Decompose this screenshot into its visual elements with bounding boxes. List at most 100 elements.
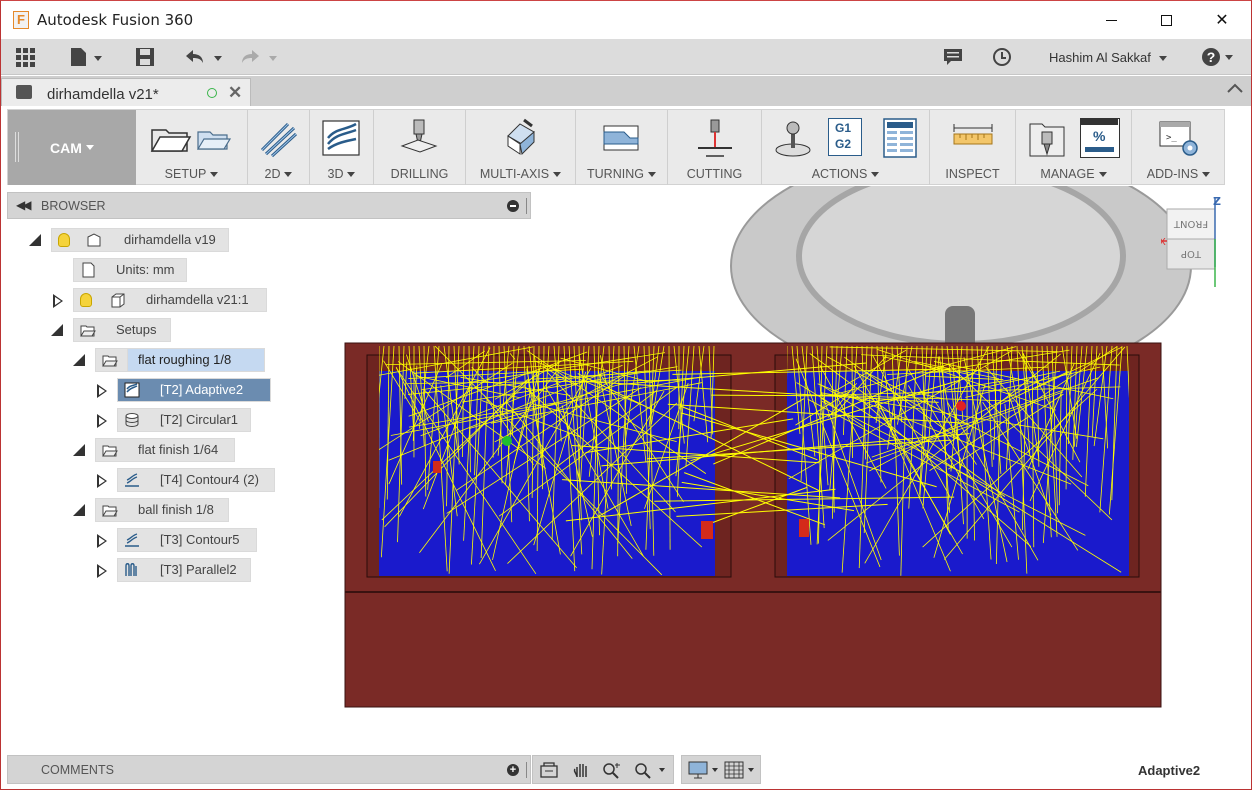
setup-icon: [102, 355, 118, 367]
tree-item[interactable]: Setups: [73, 318, 171, 342]
inspect-group[interactable]: INSPECT: [930, 110, 1016, 185]
display-settings-icon[interactable]: [688, 761, 722, 784]
expand-triangle-icon[interactable]: [51, 324, 63, 336]
cutting-group[interactable]: CUTTING: [668, 110, 762, 185]
expand-triangle-icon[interactable]: [97, 384, 107, 398]
expand-triangle-icon[interactable]: [97, 534, 107, 548]
svg-text:FRONT: FRONT: [1173, 218, 1208, 229]
document-tab-bar: dirhamdella v21* ✕: [1, 76, 1251, 106]
circular-op-icon: [125, 413, 139, 428]
tree-item-highlighted[interactable]: flat roughing 1/8: [127, 348, 265, 372]
fusion-logo-icon: F: [13, 11, 29, 29]
expand-triangle-icon[interactable]: [97, 474, 107, 488]
svg-text:X: X: [1161, 237, 1166, 248]
tree-item[interactable]: dirhamdella v21:1: [73, 288, 267, 312]
measure-ruler-icon: [953, 124, 993, 145]
comments-chat-icon[interactable]: [943, 47, 963, 67]
tree-item[interactable]: dirhamdella v19: [51, 228, 229, 252]
3d-menu-label: 3D: [310, 167, 373, 181]
expand-triangle-icon[interactable]: [73, 444, 85, 456]
zoom-icon[interactable]: [601, 761, 623, 784]
file-menu-icon[interactable]: [69, 47, 105, 67]
manage-menu-label: MANAGE: [1016, 167, 1131, 181]
svg-text:Z: Z: [1213, 197, 1221, 208]
actions-group[interactable]: G1 G2 ACTIONS: [762, 110, 930, 185]
panel-splitter[interactable]: [526, 198, 527, 214]
panel-splitter[interactable]: [526, 762, 527, 778]
minimize-button[interactable]: [1083, 1, 1139, 39]
chevron-down-icon: [85, 145, 94, 150]
multi-axis-group[interactable]: MULTI-AXIS: [466, 110, 576, 185]
actions-menu-label: ACTIONS: [762, 167, 929, 181]
simulate-joystick-icon: [775, 121, 811, 157]
expand-triangle-icon[interactable]: [73, 504, 85, 516]
add-comment-icon[interactable]: +: [507, 764, 519, 776]
2d-toolpath-icon: [260, 122, 298, 158]
expand-triangle-icon[interactable]: [97, 414, 107, 428]
document-tab-title: dirhamdella v21*: [47, 86, 159, 103]
undo-icon[interactable]: [184, 47, 224, 67]
tree-item-selected[interactable]: [T2] Adaptive2: [117, 378, 271, 402]
document-cube-icon: [16, 85, 32, 99]
orbit-icon[interactable]: [539, 761, 561, 784]
manage-group[interactable]: % MANAGE: [1016, 110, 1132, 185]
collapse-browser-icon[interactable]: ◀◀: [16, 198, 32, 212]
svg-text:TOP: TOP: [1181, 248, 1202, 259]
visibility-bulb-icon[interactable]: [80, 293, 92, 307]
setup-sheet-icon: [883, 118, 917, 158]
setup-group[interactable]: SETUP: [136, 110, 248, 185]
document-settings-icon: [82, 262, 95, 278]
browser-panel-header[interactable]: ◀◀ BROWSER: [7, 192, 531, 219]
tree-item[interactable]: [T4] Contour4 (2): [117, 468, 275, 492]
job-status-clock-icon[interactable]: [992, 47, 1012, 67]
close-window-button[interactable]: ✕: [1194, 1, 1250, 39]
drilling-group[interactable]: DRILLING: [374, 110, 466, 185]
browser-title: BROWSER: [41, 199, 106, 213]
tree-item[interactable]: [T3] Contour5: [117, 528, 257, 552]
multi-axis-menu-label: MULTI-AXIS: [466, 167, 575, 181]
viewcube[interactable]: FRONT TOP Z X: [1159, 195, 1231, 289]
tool-library-icon: [1029, 123, 1065, 157]
expand-triangle-icon[interactable]: [73, 354, 85, 366]
help-icon[interactable]: ?: [1201, 47, 1237, 67]
user-name: Hashim Al Sakkaf: [1049, 50, 1151, 65]
zoom-window-icon[interactable]: [633, 761, 669, 784]
tree-item[interactable]: Units: mm: [73, 258, 187, 282]
pan-hand-icon[interactable]: [571, 761, 593, 784]
save-icon[interactable]: [135, 47, 155, 67]
component-icon: [87, 233, 101, 247]
contour-op-icon: [125, 473, 139, 487]
adaptive-clearing-icon: [124, 382, 140, 398]
visibility-bulb-icon[interactable]: [58, 233, 70, 247]
add-ins-group[interactable]: >_ ADD-INS: [1132, 110, 1225, 185]
drilling-label: DRILLING: [390, 167, 449, 181]
setup-icon: [102, 445, 118, 457]
expand-triangle-icon[interactable]: [29, 234, 41, 246]
cutting-icon: [698, 119, 732, 157]
setup-icon: [102, 505, 118, 517]
post-process-g1g2-icon: G1 G2: [828, 118, 862, 156]
grid-snaps-icon[interactable]: [724, 761, 758, 784]
collapse-ribbon-icon[interactable]: [1227, 81, 1243, 97]
expand-triangle-icon[interactable]: [53, 294, 63, 308]
tree-item[interactable]: [T3] Parallel2: [117, 558, 251, 582]
redo-icon[interactable]: [239, 47, 279, 67]
turning-group[interactable]: TURNING: [576, 110, 668, 185]
3d-group[interactable]: 3D: [310, 110, 374, 185]
add-ins-menu-label: ADD-INS: [1132, 167, 1225, 181]
2d-group[interactable]: 2D: [248, 110, 310, 185]
comments-panel-header[interactable]: COMMENTS +: [7, 755, 531, 784]
cam-ribbon: CAM SETUP 2D 3D DRILLING MULTI-AXIS TURN…: [7, 109, 1225, 185]
expand-triangle-icon[interactable]: [97, 564, 107, 578]
tree-item[interactable]: flat finish 1/64: [95, 438, 235, 462]
close-tab-icon[interactable]: ✕: [228, 83, 242, 103]
document-tab[interactable]: dirhamdella v21* ✕: [1, 78, 251, 106]
data-panel-grid-icon[interactable]: [15, 47, 37, 67]
maximize-button[interactable]: [1138, 1, 1194, 39]
tree-item[interactable]: [T2] Circular1: [117, 408, 251, 432]
2d-menu-label: 2D: [248, 167, 309, 181]
user-account-menu[interactable]: Hashim Al Sakkaf: [1049, 50, 1167, 65]
browser-options-icon[interactable]: [507, 200, 519, 212]
workspace-switcher[interactable]: CAM: [8, 110, 136, 185]
tree-item[interactable]: ball finish 1/8: [95, 498, 229, 522]
